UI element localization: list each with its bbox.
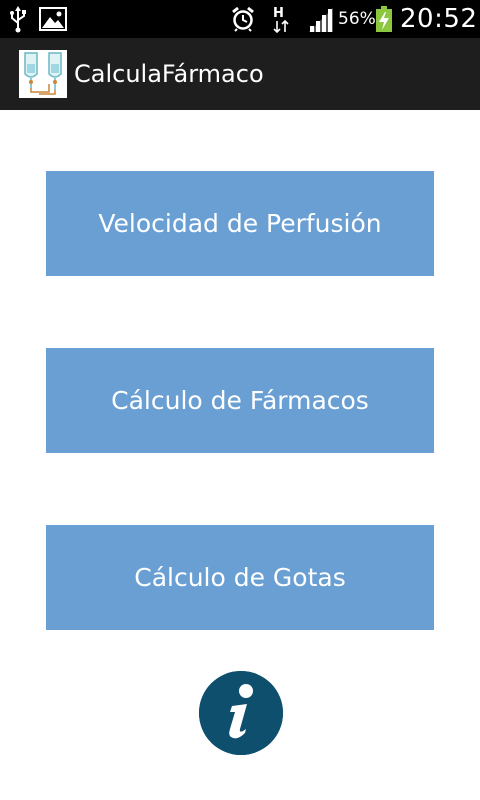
svg-text:H: H bbox=[273, 6, 284, 21]
velocidad-perfusion-button[interactable]: Velocidad de Perfusión bbox=[46, 171, 434, 276]
app-title: CalculaFármaco bbox=[74, 60, 264, 88]
usb-icon bbox=[6, 0, 30, 38]
calculo-gotas-label: Cálculo de Gotas bbox=[134, 563, 346, 592]
iv-drip-icon[interactable] bbox=[19, 50, 67, 98]
image-icon bbox=[38, 0, 68, 38]
h-plus-data-icon: H bbox=[268, 0, 294, 38]
velocidad-perfusion-label: Velocidad de Perfusión bbox=[98, 209, 382, 238]
calculo-gotas-button[interactable]: Cálculo de Gotas bbox=[46, 525, 434, 630]
main-content: Velocidad de Perfusión Cálculo de Fármac… bbox=[0, 110, 480, 800]
alarm-icon bbox=[229, 0, 257, 38]
status-bar: H 56% 20:52 bbox=[0, 0, 480, 38]
calculo-farmacos-label: Cálculo de Fármacos bbox=[111, 386, 369, 415]
info-icon bbox=[199, 671, 283, 755]
info-button[interactable] bbox=[199, 671, 283, 755]
battery-percent: 56% bbox=[338, 9, 376, 29]
signal-icon bbox=[306, 0, 336, 38]
battery-charging-icon bbox=[374, 0, 394, 38]
calculo-farmacos-button[interactable]: Cálculo de Fármacos bbox=[46, 348, 434, 453]
clock: 20:52 bbox=[400, 4, 478, 34]
action-bar: CalculaFármaco bbox=[0, 38, 480, 110]
